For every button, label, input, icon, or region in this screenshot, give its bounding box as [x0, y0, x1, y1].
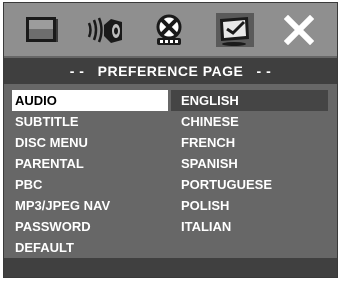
- menu-item-password[interactable]: PASSWORD: [12, 216, 168, 237]
- menu-item-pbc[interactable]: PBC: [12, 174, 168, 195]
- setup-icon-bar: [4, 3, 337, 56]
- speaker-setup-icon[interactable]: [85, 11, 127, 49]
- option-spanish[interactable]: SPANISH: [171, 153, 328, 174]
- option-french[interactable]: FRENCH: [171, 132, 328, 153]
- general-setup-icon[interactable]: [21, 11, 63, 49]
- option-chinese[interactable]: CHINESE: [171, 111, 328, 132]
- menu-item-parental[interactable]: PARENTAL: [12, 153, 168, 174]
- menu-item-disc-menu[interactable]: DISC MENU: [12, 132, 168, 153]
- menu-item-audio[interactable]: AUDIO: [12, 90, 168, 111]
- option-polish[interactable]: POLISH: [171, 195, 328, 216]
- preference-icon[interactable]: [214, 11, 256, 49]
- menu-item-mp3-jpeg-nav[interactable]: MP3/JPEG NAV: [12, 195, 168, 216]
- option-portuguese[interactable]: PORTUGUESE: [171, 174, 328, 195]
- page-title: - - PREFERENCE PAGE - -: [4, 58, 337, 84]
- preference-content: AUDIO SUBTITLE DISC MENU PARENTAL PBC MP…: [4, 86, 337, 258]
- option-italian[interactable]: ITALIAN: [171, 216, 328, 237]
- setup-screen: - - PREFERENCE PAGE - - AUDIO SUBTITLE D…: [3, 2, 338, 278]
- language-options-list: ENGLISH CHINESE FRENCH SPANISH PORTUGUES…: [171, 90, 328, 237]
- status-bar: [4, 258, 337, 277]
- dolby-digital-setup-icon[interactable]: [149, 11, 191, 49]
- option-english[interactable]: ENGLISH: [171, 90, 328, 111]
- menu-item-subtitle[interactable]: SUBTITLE: [12, 111, 168, 132]
- exit-icon[interactable]: [278, 11, 320, 49]
- preference-menu: AUDIO SUBTITLE DISC MENU PARENTAL PBC MP…: [12, 90, 168, 258]
- menu-item-default[interactable]: DEFAULT: [12, 237, 168, 258]
